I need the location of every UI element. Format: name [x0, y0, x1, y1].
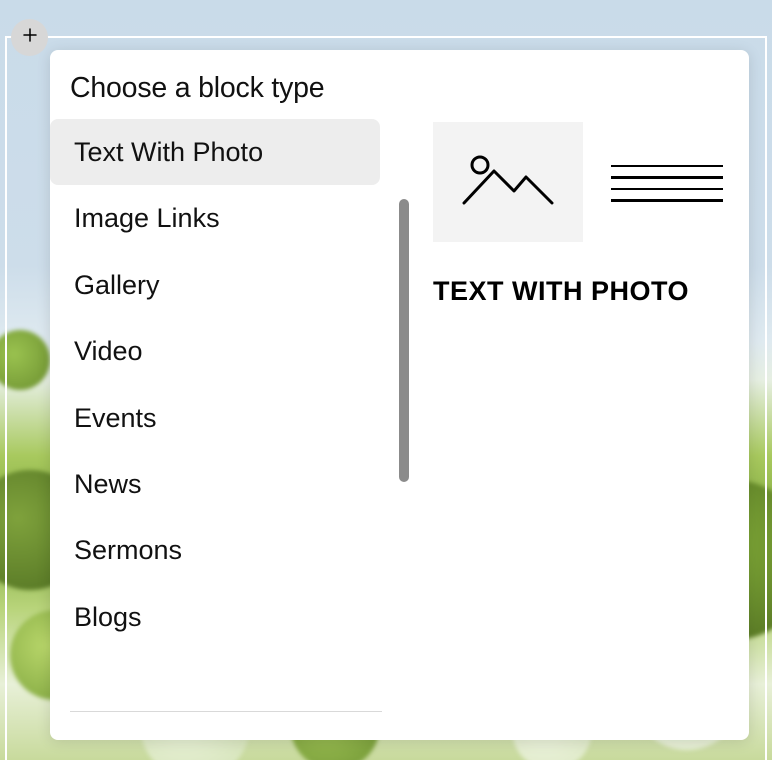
block-type-item-text-with-photo[interactable]: Text With Photo	[50, 119, 380, 185]
preview-title: TEXT WITH PHOTO	[433, 276, 723, 307]
block-type-label: Image Links	[74, 203, 220, 233]
preview-image-thumbnail	[433, 122, 583, 242]
text-line	[611, 188, 723, 191]
block-preview-column: TEXT WITH PHOTO	[395, 50, 749, 740]
panel-title: Choose a block type	[50, 72, 395, 119]
block-type-item-video[interactable]: Video	[50, 318, 380, 384]
block-type-item-events[interactable]: Events	[50, 385, 380, 451]
block-type-label: Sermons	[74, 535, 182, 565]
block-type-picker-panel: Choose a block type Text With Photo Imag…	[50, 50, 749, 740]
block-type-label: Blogs	[74, 602, 142, 632]
block-type-label: Gallery	[74, 270, 160, 300]
block-list-scrollbar[interactable]	[399, 199, 409, 482]
block-type-label: News	[74, 469, 142, 499]
text-lines-icon	[611, 163, 723, 202]
block-type-item-sermons[interactable]: Sermons	[50, 517, 380, 583]
block-type-item-gallery[interactable]: Gallery	[50, 252, 380, 318]
block-type-label: Text With Photo	[74, 137, 263, 167]
text-line	[611, 176, 723, 179]
text-line	[611, 165, 723, 168]
text-line	[611, 199, 723, 202]
block-type-label: Events	[74, 403, 157, 433]
block-type-item-image-links[interactable]: Image Links	[50, 185, 380, 251]
block-type-list: Text With Photo Image Links Gallery Vide…	[50, 119, 395, 650]
plus-icon	[21, 26, 39, 49]
block-type-label: Video	[74, 336, 143, 366]
photo-icon	[462, 151, 554, 214]
block-type-item-blogs[interactable]: Blogs	[50, 584, 380, 650]
block-preview	[433, 122, 723, 242]
add-block-button[interactable]	[11, 19, 48, 56]
block-type-item-news[interactable]: News	[50, 451, 380, 517]
block-type-list-column: Choose a block type Text With Photo Imag…	[50, 50, 395, 740]
panel-divider	[70, 711, 382, 712]
